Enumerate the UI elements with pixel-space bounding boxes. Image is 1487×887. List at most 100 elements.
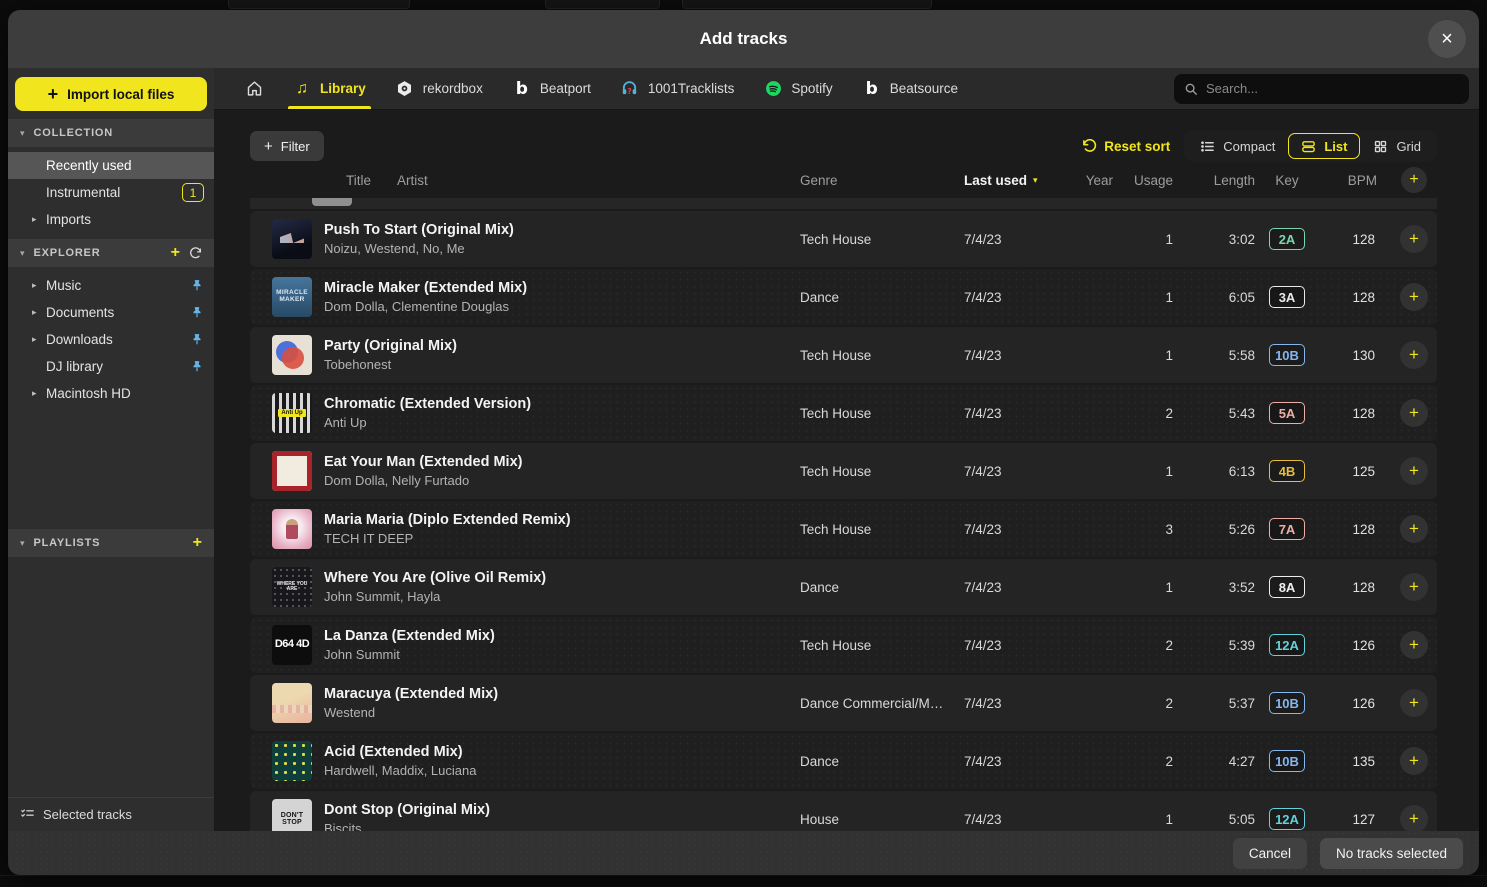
track-row[interactable]: Push To Start (Original Mix)Noizu, Weste…	[250, 211, 1437, 267]
track-usage: 1	[1121, 464, 1173, 479]
tab-spotify[interactable]: Spotify	[751, 68, 845, 109]
cancel-button[interactable]: Cancel	[1233, 838, 1307, 869]
add-explorer-source-button[interactable]: +	[171, 244, 180, 262]
tab-home[interactable]	[232, 68, 276, 109]
add-track-button[interactable]: +	[1400, 689, 1428, 717]
refresh-icon[interactable]	[189, 247, 202, 260]
track-bpm: 126	[1319, 696, 1391, 711]
column-header-usage[interactable]: Usage	[1121, 173, 1173, 188]
column-header-bpm[interactable]: BPM	[1319, 173, 1391, 188]
sidebar-item-downloads[interactable]: ▸Downloads	[8, 326, 214, 353]
section-header-collection[interactable]: ▾ COLLECTION	[8, 119, 214, 147]
track-row[interactable]: D64 4DLa Danza (Extended Mix)John Summit…	[250, 617, 1437, 673]
column-header-genre[interactable]: Genre	[800, 173, 960, 188]
partial-track-row[interactable]	[250, 198, 1437, 209]
sidebar-item-label: Instrumental	[46, 185, 182, 200]
add-track-button[interactable]: +	[1400, 515, 1428, 543]
tab-1001tracklists[interactable]: ?1001Tracklists	[608, 68, 748, 109]
album-art-cell	[272, 219, 312, 259]
background-app-chrome	[0, 0, 1487, 10]
view-compact-button[interactable]: Compact	[1187, 133, 1288, 159]
sidebar-spacer	[8, 413, 214, 529]
track-artist: John Summit, Hayla	[324, 589, 800, 604]
track-bpm: 127	[1319, 812, 1391, 827]
column-header-year[interactable]: Year	[1071, 173, 1121, 188]
pin-icon[interactable]	[190, 279, 204, 293]
track-bpm: 126	[1319, 638, 1391, 653]
plus-icon: +	[264, 138, 273, 155]
add-track-button[interactable]: +	[1400, 457, 1428, 485]
track-artist: Biscits	[324, 821, 800, 831]
close-button[interactable]: ×	[1428, 20, 1466, 58]
collection-list: Recently usedInstrumental1▸Imports	[8, 147, 214, 239]
count-badge: 1	[182, 183, 204, 202]
sidebar-item-label: Downloads	[46, 332, 190, 347]
sidebar-item-dj-library[interactable]: DJ library	[8, 353, 214, 380]
tab-library[interactable]: ♫Library	[280, 68, 379, 109]
sidebar-item-instrumental[interactable]: Instrumental1	[8, 179, 214, 206]
album-art: WHERE YOU ARE	[272, 567, 312, 607]
track-row[interactable]: Anti UpChromatic (Extended Version)Anti …	[250, 385, 1437, 441]
add-column-button[interactable]: +	[1401, 167, 1427, 193]
selected-tracks-label: Selected tracks	[43, 807, 132, 822]
track-row[interactable]: MIRACLE MAKERMiracle Maker (Extended Mix…	[250, 269, 1437, 325]
pin-icon[interactable]	[190, 360, 204, 374]
view-grid-button[interactable]: Grid	[1360, 133, 1434, 159]
column-header-length[interactable]: Length	[1173, 173, 1255, 188]
close-icon: ×	[1441, 28, 1453, 51]
track-key-cell: 12A	[1255, 808, 1319, 830]
filter-button[interactable]: + Filter	[250, 131, 324, 161]
section-header-explorer[interactable]: ▾ EXPLORER +	[8, 239, 214, 267]
column-header-title[interactable]: Title	[346, 173, 371, 188]
add-track-button[interactable]: +	[1400, 283, 1428, 311]
search-input[interactable]	[1206, 81, 1459, 96]
confirm-button[interactable]: No tracks selected	[1320, 838, 1463, 869]
track-row[interactable]: Maracuya (Extended Mix)WestendDance Comm…	[250, 675, 1437, 731]
pin-icon[interactable]	[190, 306, 204, 320]
tab-beatport[interactable]: bBeatport	[500, 68, 604, 109]
track-row[interactable]: Party (Original Mix)TobehonestTech House…	[250, 327, 1437, 383]
track-artist: Dom Dolla, Nelly Furtado	[324, 473, 800, 488]
key-badge: 12A	[1269, 634, 1305, 656]
sidebar-item-label: Imports	[46, 212, 204, 227]
view-list-button[interactable]: List	[1288, 133, 1360, 159]
add-track-button[interactable]: +	[1400, 805, 1428, 831]
tab-rekordbox[interactable]: rekordbox	[383, 68, 496, 109]
add-track-button[interactable]: +	[1400, 399, 1428, 427]
add-track-button[interactable]: +	[1400, 631, 1428, 659]
sidebar-item-recently-used[interactable]: Recently used	[8, 152, 214, 179]
add-track-cell: +	[1391, 805, 1437, 831]
track-row[interactable]: WHERE YOU AREWhere You Are (Olive Oil Re…	[250, 559, 1437, 615]
sidebar-item-label: Music	[46, 278, 190, 293]
sidebar-item-music[interactable]: ▸Music	[8, 272, 214, 299]
track-row[interactable]: Eat Your Man (Extended Mix)Dom Dolla, Ne…	[250, 443, 1437, 499]
add-track-button[interactable]: +	[1400, 225, 1428, 253]
track-row[interactable]: DON'T STOPDont Stop (Original Mix)Biscit…	[250, 791, 1437, 831]
reset-sort-button[interactable]: Reset sort	[1082, 139, 1170, 154]
add-playlist-button[interactable]: +	[193, 534, 202, 552]
import-local-files-button[interactable]: + Import local files	[15, 77, 207, 111]
album-art-text: WHERE YOU ARE	[272, 582, 312, 593]
track-key-cell: 10B	[1255, 344, 1319, 366]
album-art	[272, 509, 312, 549]
track-usage: 1	[1121, 232, 1173, 247]
column-header-artist[interactable]: Artist	[397, 173, 428, 188]
sidebar-item-imports[interactable]: ▸Imports	[8, 206, 214, 233]
track-row[interactable]: Acid (Extended Mix)Hardwell, Maddix, Luc…	[250, 733, 1437, 789]
column-header-last-used[interactable]: Last used ▾	[960, 173, 1071, 188]
add-track-button[interactable]: +	[1400, 747, 1428, 775]
sidebar-item-macintosh-hd[interactable]: ▸Macintosh HD	[8, 380, 214, 407]
section-header-playlists[interactable]: ▾ PLAYLISTS +	[8, 529, 214, 557]
add-track-button[interactable]: +	[1400, 573, 1428, 601]
sidebar-item-documents[interactable]: ▸Documents	[8, 299, 214, 326]
track-row[interactable]: Maria Maria (Diplo Extended Remix)TECH I…	[250, 501, 1437, 557]
album-art-text: DON'T STOP	[272, 812, 312, 827]
pin-icon[interactable]	[190, 333, 204, 347]
selected-tracks-button[interactable]: Selected tracks	[8, 797, 214, 831]
background-app-chrome	[0, 875, 1487, 887]
music-note-icon: ♫	[293, 80, 311, 98]
add-track-button[interactable]: +	[1400, 341, 1428, 369]
tab-beatsource[interactable]: bBeatsource	[850, 68, 971, 109]
track-last-used: 7/4/23	[960, 232, 1071, 247]
column-header-key[interactable]: Key	[1255, 173, 1319, 188]
